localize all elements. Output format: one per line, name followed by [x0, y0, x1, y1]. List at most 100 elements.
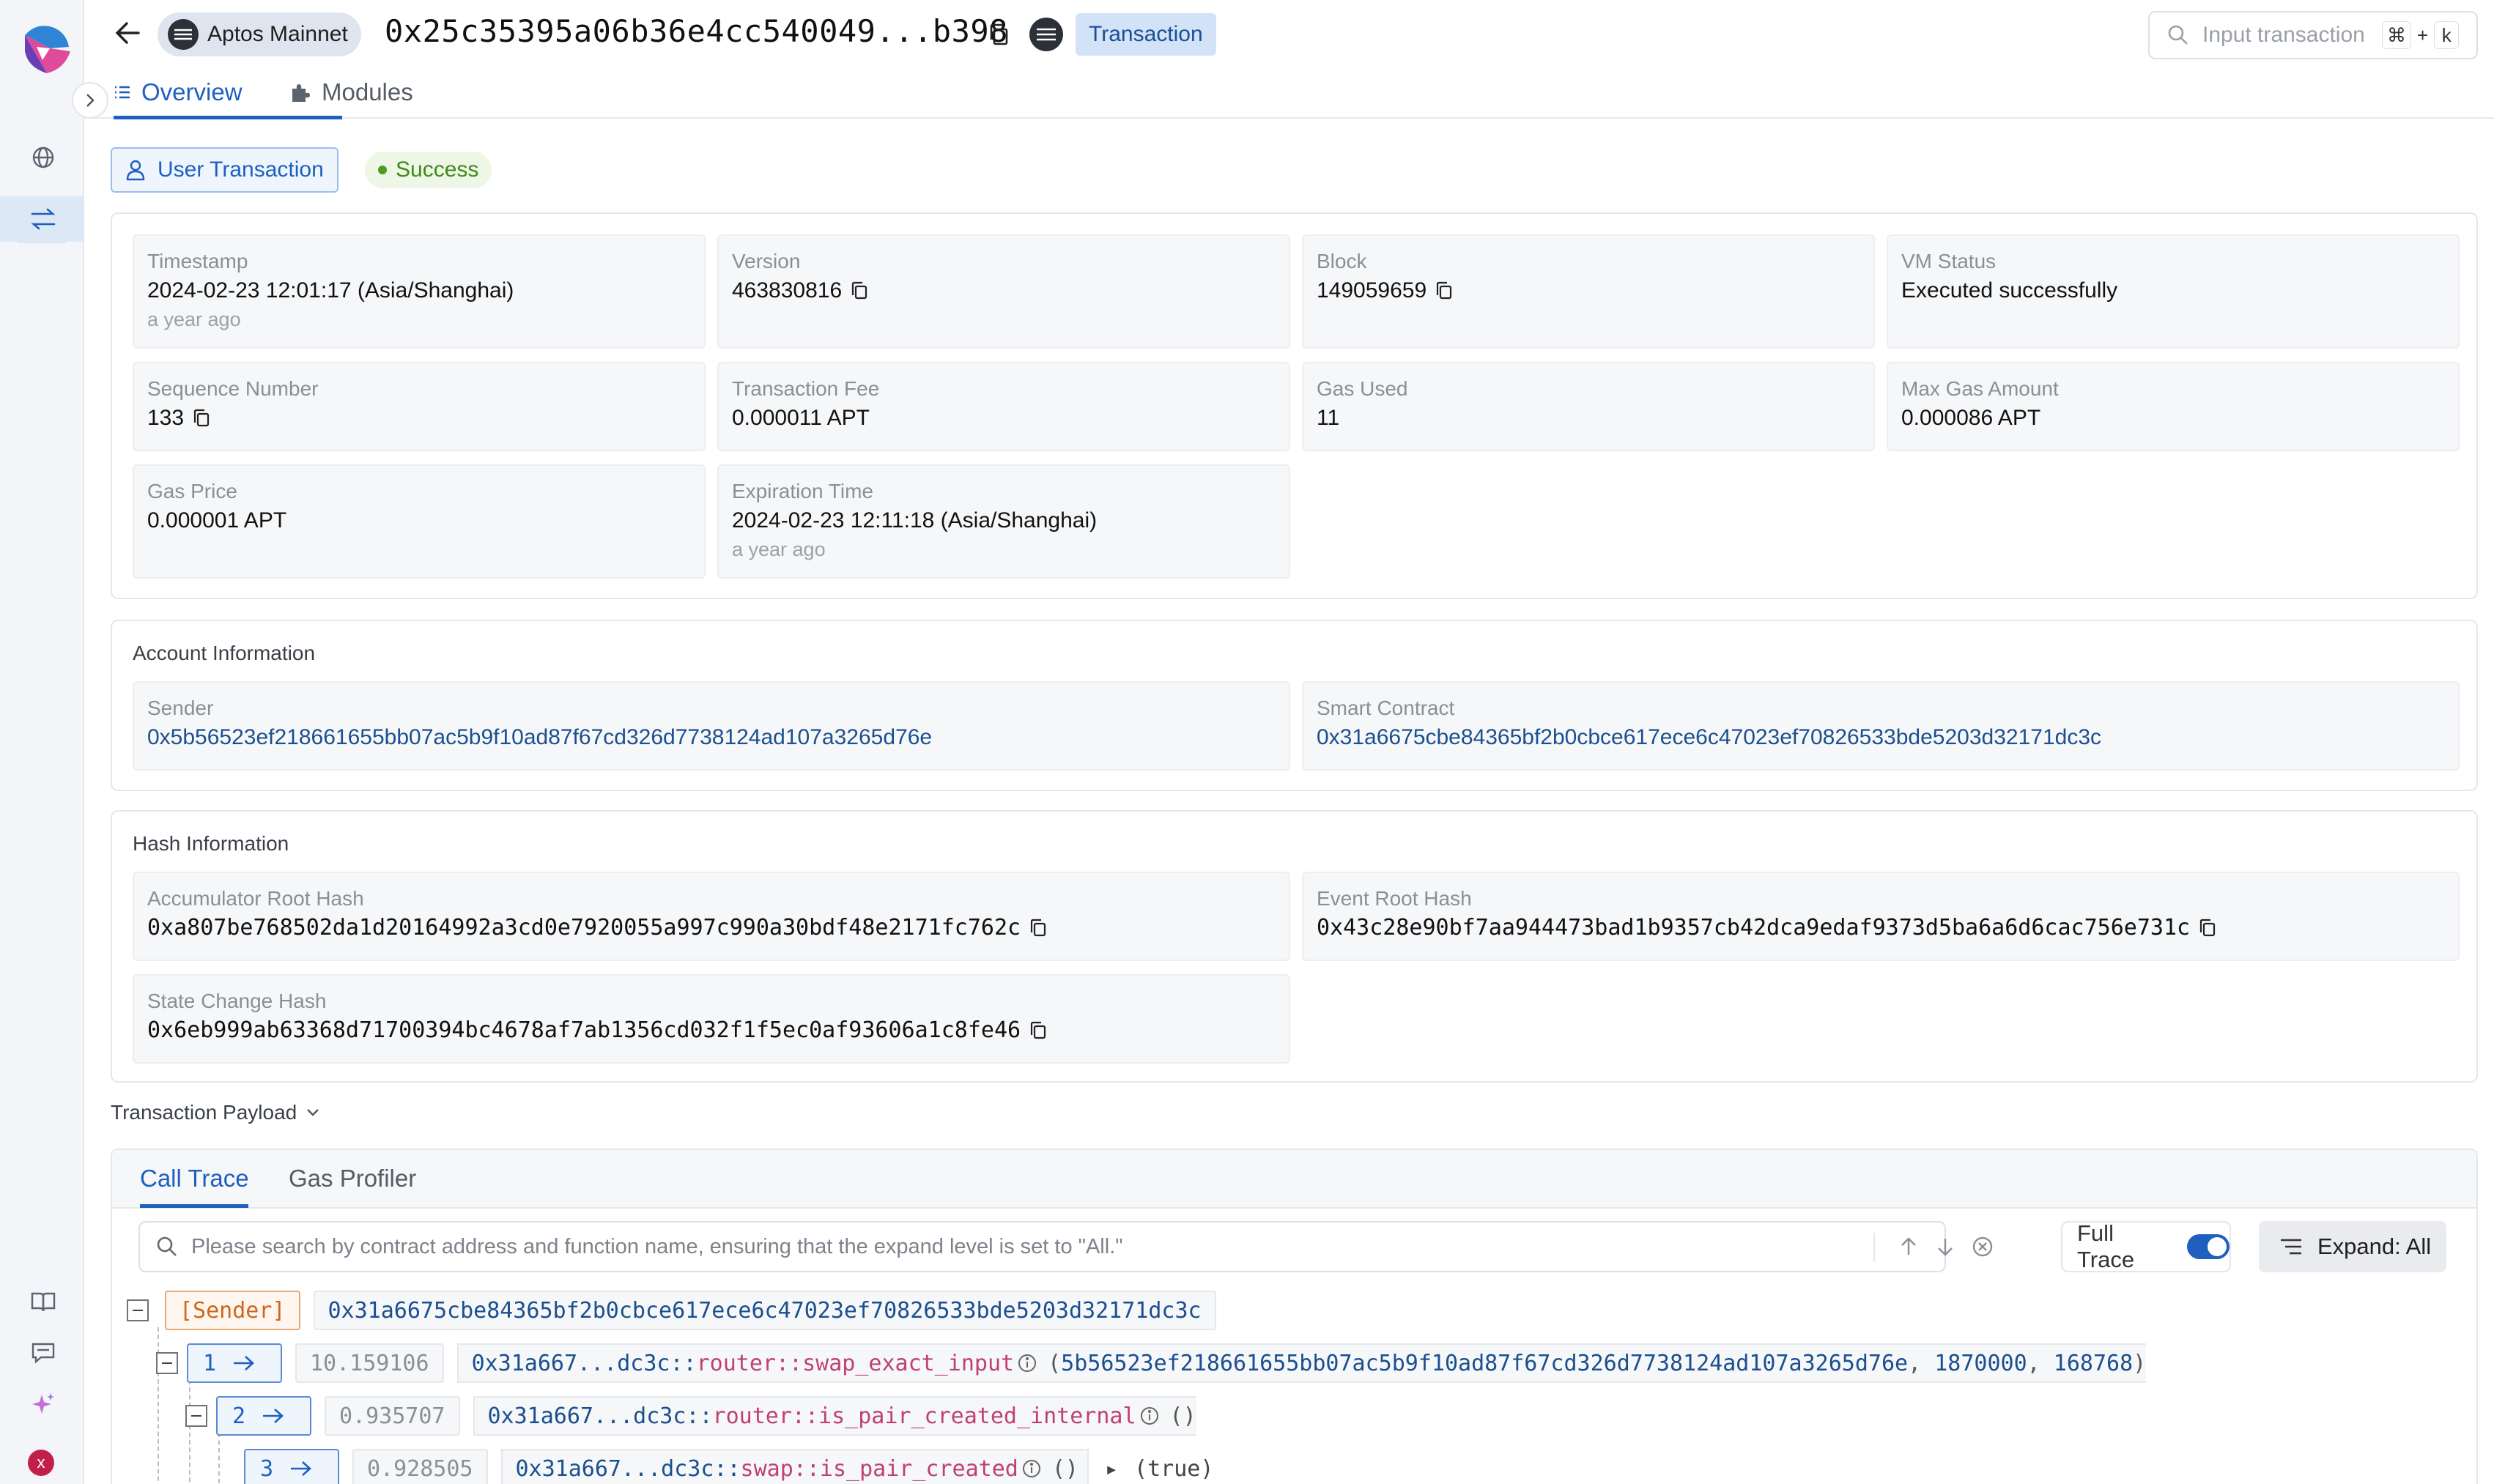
trace-root-row: [Sender] 0x31a6675cbe84365bf2b0cbce617ec…: [127, 1291, 1216, 1330]
tab-gas-profiler[interactable]: Gas Profiler: [289, 1165, 416, 1192]
list-icon: [115, 86, 130, 99]
arrow-up-icon[interactable]: [1898, 1236, 1919, 1258]
transaction-hash: 0x25c35395a06b36e4cc540049...b398: [385, 13, 1008, 49]
call-return-value: (true): [1134, 1455, 1214, 1482]
copy-icon[interactable]: [193, 409, 210, 428]
expiration-time-label: Expiration Time: [732, 480, 873, 502]
block-card: Block 149059659: [1302, 234, 1875, 349]
trace-call-row: 2 0.935707 0x31a667...dc3c:: router::is_p…: [185, 1396, 1196, 1436]
call-signature[interactable]: 0x31a667...dc3c:: router::swap_exact_inpu…: [456, 1343, 2147, 1383]
globe-icon[interactable]: [25, 139, 62, 176]
search-divider: [1873, 1233, 1875, 1262]
transaction-fee-card: Transaction Fee 0.000011 APT: [717, 362, 1290, 451]
max-gas-amount-label: Max Gas Amount: [1901, 377, 2059, 400]
args-separator: ,: [2027, 1350, 2040, 1376]
block-value: 149059659: [1317, 278, 1427, 303]
smart-contract-label: Smart Contract: [1317, 697, 1455, 719]
smart-contract-address-link[interactable]: 0x31a6675cbe84365bf2b0cbce617ece6c47023e…: [1317, 722, 2458, 753]
tab-overview[interactable]: Overview: [114, 72, 243, 113]
app-logo[interactable]: [21, 22, 75, 78]
transaction-type-label: User Transaction: [158, 157, 324, 182]
copy-icon[interactable]: [1029, 1021, 1047, 1040]
info-icon[interactable]: [1139, 1406, 1160, 1426]
clear-icon[interactable]: [1972, 1236, 1994, 1258]
return-expand-icon[interactable]: ▸: [1105, 1456, 1118, 1482]
collapse-toggle[interactable]: [185, 1405, 207, 1427]
transaction-payload-title: Transaction Payload: [111, 1101, 297, 1124]
network-selector[interactable]: Aptos Mainnet: [158, 12, 361, 56]
sender-address-link[interactable]: 0x5b56523ef218661655bb07ac5b9f10ad87f67c…: [147, 722, 1289, 753]
expand-level-button[interactable]: Expand: All: [2259, 1221, 2446, 1272]
call-step-number: 3: [260, 1455, 274, 1482]
tab-call-trace[interactable]: Call Trace: [140, 1165, 249, 1192]
trace-search-input[interactable]: Please search by contract address and fu…: [138, 1221, 1993, 1272]
max-gas-amount-card: Max Gas Amount 0.000086 APT: [1887, 362, 2460, 451]
expiration-time-value: 2024-02-23 12:11:18 (Asia/Shanghai): [732, 508, 1098, 533]
call-step-button[interactable]: 2: [216, 1396, 311, 1436]
call-signature[interactable]: 0x31a667...dc3c:: swap::is_pair_created (…: [500, 1449, 1089, 1484]
transaction-payload-toggle[interactable]: Transaction Payload: [111, 1101, 320, 1124]
copy-icon[interactable]: [2199, 919, 2216, 938]
call-step-button[interactable]: 1: [187, 1343, 282, 1383]
user-icon: [126, 160, 145, 181]
call-signature[interactable]: 0x31a667...dc3c:: router::is_pair_created…: [473, 1396, 1196, 1436]
gas-used-card: Gas Used 11: [1302, 362, 1875, 451]
back-arrow-icon[interactable]: [114, 18, 143, 48]
call-step-button[interactable]: 3: [244, 1449, 339, 1484]
account-info-title: Account Information: [133, 642, 316, 664]
info-icon[interactable]: [1017, 1353, 1037, 1373]
version-label: Version: [732, 250, 801, 272]
state-change-hash-value: 0x6eb999ab63368d71700394bc4678af7ab1356c…: [147, 1017, 1021, 1043]
max-gas-amount-value: 0.000086 APT: [1901, 406, 2041, 430]
root-contract-address[interactable]: 0x31a6675cbe84365bf2b0cbce617ece6c47023e…: [313, 1291, 1216, 1330]
timestamp-label: Timestamp: [147, 250, 248, 272]
copy-icon[interactable]: [988, 23, 1010, 46]
aptos-chain-icon: [1029, 18, 1063, 51]
call-args: (): [1051, 1455, 1078, 1482]
page-tabs: Overview Modules: [84, 67, 2494, 119]
user-transaction-badge: User Transaction: [111, 147, 338, 193]
collapse-toggle[interactable]: [156, 1352, 178, 1374]
call-gas-value: 10.159106: [295, 1343, 444, 1383]
chevron-down-icon: [307, 1109, 319, 1116]
transaction-search-input[interactable]: Input transaction ⌘ + k: [2148, 11, 2478, 59]
call-trace-panel: Call Trace Gas Profiler Please search by…: [111, 1149, 2478, 1484]
network-label: Aptos Mainnet: [207, 22, 348, 46]
search-icon: [2168, 25, 2188, 45]
shortcut-plus: +: [2417, 23, 2429, 46]
trace-call-row: 3 0.928505 0x31a667...dc3c:: swap::is_pai…: [244, 1449, 1213, 1484]
expand-level-label: Expand: All: [2317, 1233, 2432, 1259]
event-hash-label: Event Root Hash: [1317, 887, 1472, 910]
transfer-icon[interactable]: [25, 201, 62, 237]
search-icon: [157, 1236, 177, 1256]
version-card: Version 463830816: [717, 234, 1290, 349]
accumulator-hash-label: Accumulator Root Hash: [147, 887, 364, 910]
accumulator-hash-card: Accumulator Root Hash 0xa807be768502da1d…: [133, 872, 1290, 961]
sparkle-icon[interactable]: [25, 1386, 62, 1422]
full-trace-toggle[interactable]: Full Trace: [2061, 1220, 2231, 1272]
call-args: (5b56523ef218661655bb07ac5b9f10ad87f67cd…: [1048, 1351, 2146, 1376]
args-separator: ,: [1908, 1350, 1922, 1376]
tab-modules[interactable]: Modules: [289, 72, 413, 113]
info-icon[interactable]: [1021, 1458, 1042, 1479]
copy-icon[interactable]: [851, 281, 868, 300]
collapse-toggle[interactable]: [127, 1299, 149, 1321]
gas-price-card: Gas Price 0.000001 APT: [133, 464, 706, 579]
feedback-icon[interactable]: [25, 1335, 62, 1371]
arrow-right-icon: [291, 1461, 312, 1476]
avatar[interactable]: x: [28, 1450, 54, 1476]
call-step-number: 2: [232, 1403, 246, 1429]
active-tab-indicator: [140, 1204, 248, 1208]
smart-contract-card: Smart Contract 0x31a6675cbe84365bf2b0cbc…: [1302, 681, 2460, 771]
call-arg-address[interactable]: 5b56523ef218661655bb07ac5b9f10ad87f67cd3…: [1061, 1351, 1908, 1376]
call-gas-value: 0.935707: [325, 1396, 460, 1436]
status-badge: Success: [365, 152, 492, 188]
docs-icon[interactable]: [25, 1283, 62, 1320]
copy-icon[interactable]: [1029, 919, 1047, 938]
arrow-down-icon[interactable]: [1935, 1236, 1955, 1258]
toggle-switch[interactable]: [2186, 1234, 2230, 1259]
copy-icon[interactable]: [1435, 281, 1453, 300]
sidebar-collapse-button[interactable]: [72, 82, 108, 119]
accumulator-hash-value: 0xa807be768502da1d20164992a3cd0e7920055a…: [147, 915, 1021, 941]
hash-info-title: Hash Information: [133, 832, 289, 855]
